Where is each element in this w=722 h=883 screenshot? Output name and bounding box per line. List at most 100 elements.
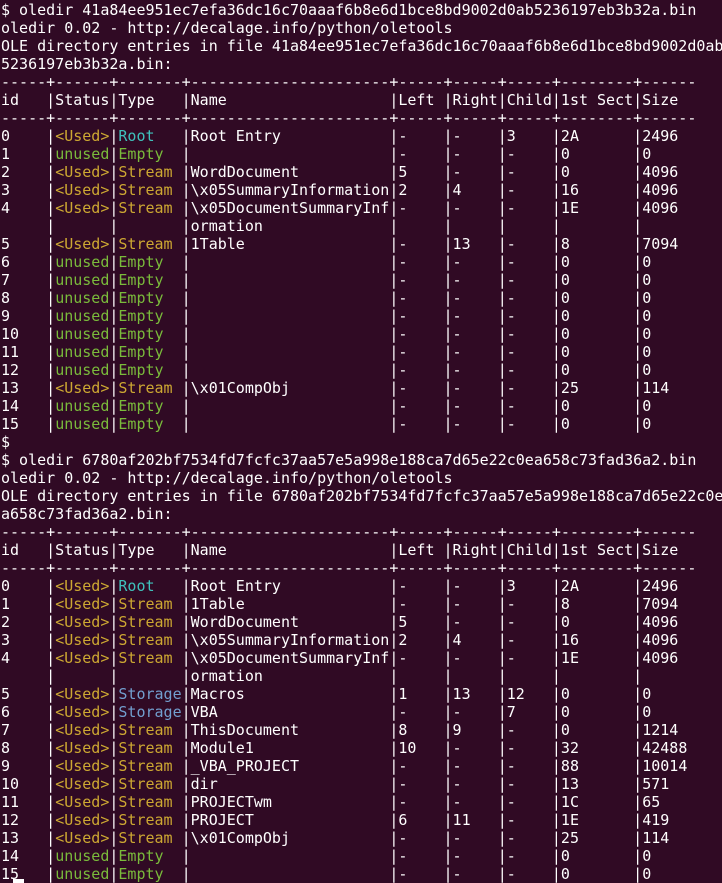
table-row: 11 |unused|Empty | |- |- |- |0 |0 — [1, 343, 722, 361]
status-cell: <Used> — [55, 379, 109, 397]
status-cell: <Used> — [55, 649, 109, 667]
table-divider: -----+------+-------+-------------------… — [1, 109, 722, 127]
type-cell: Stream — [118, 631, 181, 649]
status-cell: unused — [55, 865, 109, 883]
command-line: $ oledir 6780af202bf7534fd7fcfc37aa57e5a… — [1, 451, 722, 469]
type-cell: Empty — [118, 865, 181, 883]
status-cell: <Used> — [55, 199, 109, 217]
table-row-continuation: | | |ormation | | | | | — [1, 667, 722, 685]
status-cell: <Used> — [55, 613, 109, 631]
status-cell: <Used> — [55, 595, 109, 613]
table-row: 9 |<Used>|Stream |_VBA_PROJECT |- |- |- … — [1, 757, 722, 775]
type-cell: Stream — [118, 235, 181, 253]
type-cell: Stream — [118, 181, 181, 199]
table-row: 2 |<Used>|Stream |WordDocument |5 |- |- … — [1, 163, 722, 181]
table-row: 13 |<Used>|Stream |\x01CompObj |- |- |- … — [1, 829, 722, 847]
status-cell: unused — [55, 361, 109, 379]
status-cell: <Used> — [55, 739, 109, 757]
table-row: 5 |<Used>|Stream |1Table |- |13 |- |8 |7… — [1, 235, 722, 253]
table-header: id |Status|Type |Name |Left |Right|Child… — [1, 91, 722, 109]
table-row: 4 |<Used>|Stream |\x05DocumentSummaryInf… — [1, 649, 722, 667]
listing-intro-line: OLE directory entries in file 6780af202b… — [1, 487, 722, 505]
status-cell: unused — [55, 145, 109, 163]
type-cell: Stream — [118, 199, 181, 217]
terminal-window: $ oledir 41a84ee951ec7efa36dc16c70aaaf6b… — [0, 0, 722, 883]
status-cell: <Used> — [55, 721, 109, 739]
table-row: 14 |unused|Empty | |- |- |- |0 |0 — [1, 397, 722, 415]
status-cell: <Used> — [55, 811, 109, 829]
listing-intro-line: a658c73fad36a2.bin: — [1, 505, 722, 523]
status-cell: unused — [55, 325, 109, 343]
terminal-output: $ oledir 41a84ee951ec7efa36dc16c70aaaf6b… — [1, 1, 722, 883]
type-cell: Stream — [118, 595, 181, 613]
table-row: 15 |unused|Empty | |- |- |- |0 |0 — [1, 415, 722, 433]
type-cell: Empty — [118, 307, 181, 325]
table-divider: -----+------+-------+-------------------… — [1, 559, 722, 577]
type-cell: Stream — [118, 163, 181, 181]
status-cell: unused — [55, 253, 109, 271]
table-row: 9 |unused|Empty | |- |- |- |0 |0 — [1, 307, 722, 325]
status-cell: <Used> — [55, 775, 109, 793]
listing-intro-line: 5236197eb3b32a.bin: — [1, 55, 722, 73]
table-row: 3 |<Used>|Stream |\x05SummaryInformation… — [1, 631, 722, 649]
status-cell: <Used> — [55, 577, 109, 595]
type-cell: Empty — [118, 271, 181, 289]
table-row: 6 |unused|Empty | |- |- |- |0 |0 — [1, 253, 722, 271]
status-cell: unused — [55, 343, 109, 361]
table-row: 5 |<Used>|Storage|Macros |1 |13 |12 |0 |… — [1, 685, 722, 703]
status-cell: unused — [55, 397, 109, 415]
table-row: 13 |<Used>|Stream |\x01CompObj |- |- |- … — [1, 379, 722, 397]
table-row: 0 |<Used>|Root |Root Entry |- |- |3 |2A … — [1, 127, 722, 145]
table-row-continuation: | | |ormation | | | | | — [1, 217, 722, 235]
table-row: 6 |<Used>|Storage|VBA |- |- |7 |0 |0 — [1, 703, 722, 721]
status-cell: <Used> — [55, 127, 109, 145]
version-line: oledir 0.02 - http://decalage.info/pytho… — [1, 19, 722, 37]
type-cell: Empty — [118, 253, 181, 271]
table-row: 12 |unused|Empty | |- |- |- |0 |0 — [1, 361, 722, 379]
type-cell: Storage — [118, 703, 181, 721]
table-row: 12 |<Used>|Stream |PROJECT |6 |11 |- |1E… — [1, 811, 722, 829]
status-cell: <Used> — [55, 181, 109, 199]
type-cell: Stream — [118, 793, 181, 811]
status-cell: unused — [55, 307, 109, 325]
table-row: 10 |unused|Empty | |- |- |- |0 |0 — [1, 325, 722, 343]
table-row: 8 |<Used>|Stream |Module1 |10 |- |- |32 … — [1, 739, 722, 757]
table-divider: -----+------+-------+-------------------… — [1, 73, 722, 91]
type-cell: Storage — [118, 685, 181, 703]
type-cell: Empty — [118, 415, 181, 433]
type-cell: Empty — [118, 289, 181, 307]
table-row: 3 |<Used>|Stream |\x05SummaryInformation… — [1, 181, 722, 199]
type-cell: Empty — [118, 361, 181, 379]
type-cell: Stream — [118, 829, 181, 847]
table-row: 1 |<Used>|Stream |1Table |- |- |- |8 |70… — [1, 595, 722, 613]
cursor-block — [13, 879, 24, 883]
table-row: 15 |unused|Empty | |- |- |- |0 |0 — [1, 865, 722, 883]
type-cell: Stream — [118, 613, 181, 631]
status-cell: <Used> — [55, 829, 109, 847]
version-line: oledir 0.02 - http://decalage.info/pytho… — [1, 469, 722, 487]
type-cell: Root — [118, 577, 181, 595]
table-row: 7 |unused|Empty | |- |- |- |0 |0 — [1, 271, 722, 289]
status-cell: <Used> — [55, 631, 109, 649]
type-cell: Empty — [118, 847, 181, 865]
listing-intro-line: OLE directory entries in file 41a84ee951… — [1, 37, 722, 55]
command-line: $ oledir 41a84ee951ec7efa36dc16c70aaaf6b… — [1, 1, 722, 19]
type-cell: Stream — [118, 379, 181, 397]
table-row: 1 |unused|Empty | |- |- |- |0 |0 — [1, 145, 722, 163]
type-cell: Stream — [118, 757, 181, 775]
status-cell: <Used> — [55, 757, 109, 775]
table-row: 2 |<Used>|Stream |WordDocument |5 |- |- … — [1, 613, 722, 631]
status-cell: unused — [55, 289, 109, 307]
status-cell: <Used> — [55, 703, 109, 721]
type-cell: Stream — [118, 721, 181, 739]
table-header: id |Status|Type |Name |Left |Right|Child… — [1, 541, 722, 559]
type-cell: Empty — [118, 343, 181, 361]
status-cell: <Used> — [55, 685, 109, 703]
type-cell: Empty — [118, 145, 181, 163]
status-cell: <Used> — [55, 163, 109, 181]
status-cell: <Used> — [55, 793, 109, 811]
type-cell: Stream — [118, 811, 181, 829]
shell-prompt-line: $ — [1, 433, 722, 451]
status-cell: unused — [55, 415, 109, 433]
type-cell: Stream — [118, 649, 181, 667]
